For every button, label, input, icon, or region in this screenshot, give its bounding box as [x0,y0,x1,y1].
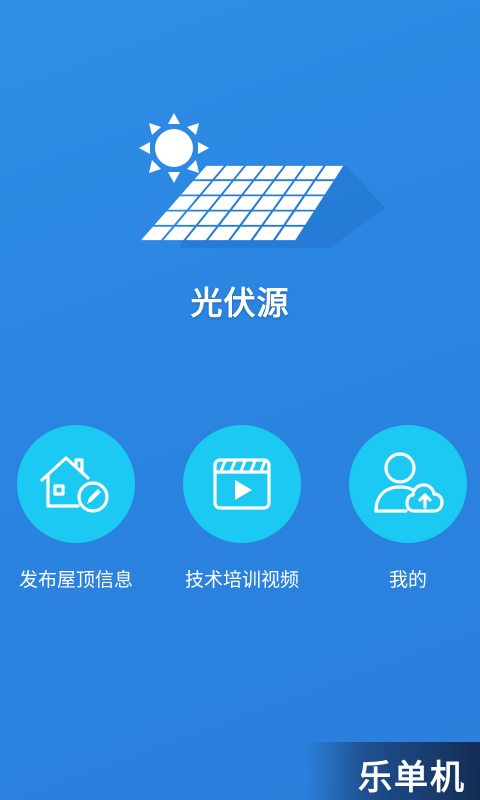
my-profile-label: 我的 [388,569,427,591]
training-video-button[interactable]: 技术培训视频 [162,425,322,592]
publish-roof-info-circle[interactable] [17,425,135,543]
sun-icon [139,113,209,183]
training-video-label: 技术培训视频 [184,569,299,591]
watermark-badge: 乐单机 [305,742,480,800]
solar-logo-icon [139,113,385,248]
video-play-icon [213,458,271,510]
app-title: 光伏源 [190,284,290,322]
publish-roof-info-label: 发布屋顶信息 [18,569,133,591]
user-cloud-icon [374,452,444,513]
watermark-text: 乐单机 [358,758,466,798]
my-profile-button[interactable]: 我的 [328,425,480,592]
training-video-circle[interactable] [183,425,301,543]
publish-roof-info-button[interactable]: 发布屋顶信息 [0,425,156,592]
main-menu: 发布屋顶信息 技术培训视频 我的 [0,425,480,605]
house-edit-icon [40,456,109,513]
my-profile-circle[interactable] [349,425,467,543]
